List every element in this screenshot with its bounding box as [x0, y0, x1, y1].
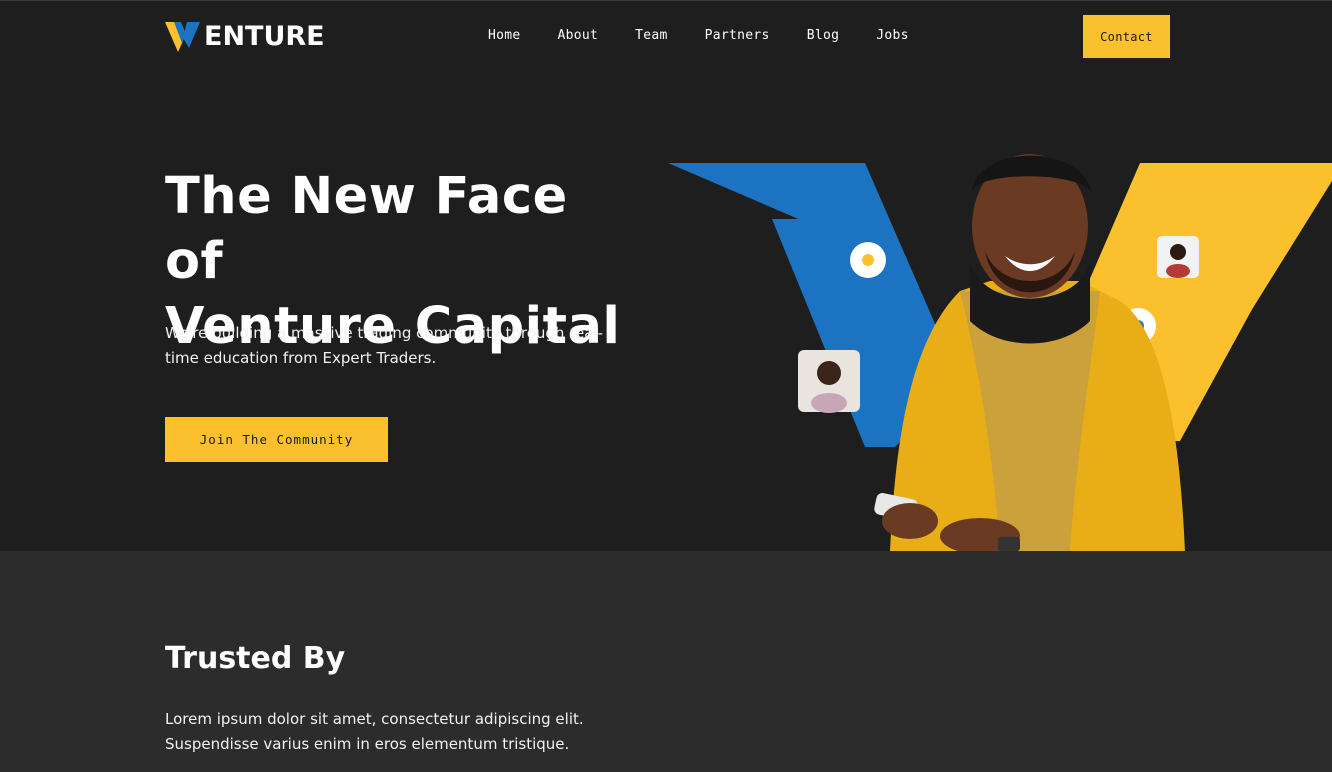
trusted-by-section: Trusted By Lorem ipsum dolor sit amet, c…	[0, 551, 1332, 772]
logo-text: ENTURE	[204, 21, 325, 52]
hero-section: ENTURE Home About Team Partners Blog Job…	[0, 0, 1332, 551]
hero-illustration	[668, 154, 1332, 551]
hero-subtitle: We're building a massive trading communi…	[165, 324, 604, 367]
trusted-title: Trusted By	[165, 641, 346, 676]
avatar-card-left	[798, 350, 860, 413]
brand-logo[interactable]: ENTURE	[165, 21, 325, 53]
nav-link-home[interactable]: Home	[488, 27, 521, 45]
join-community-button[interactable]: Join The Community	[165, 417, 388, 462]
top-nav: ENTURE Home About Team Partners Blog Job…	[0, 1, 1332, 73]
hero-title-line1: The New Face of	[165, 167, 568, 291]
nav-link-about[interactable]: About	[558, 27, 599, 45]
nav-link-team[interactable]: Team	[635, 27, 668, 45]
nav-link-jobs[interactable]: Jobs	[876, 27, 909, 45]
nav-link-blog[interactable]: Blog	[807, 27, 840, 45]
nav-links: Home About Team Partners Blog Jobs	[488, 27, 946, 45]
contact-button[interactable]: Contact	[1083, 15, 1170, 58]
venture-logo-icon	[165, 22, 200, 52]
trusted-description: Lorem ipsum dolor sit amet, consectetur …	[165, 710, 584, 753]
avatar-card-right	[1157, 236, 1199, 278]
nav-link-partners[interactable]: Partners	[705, 27, 770, 45]
